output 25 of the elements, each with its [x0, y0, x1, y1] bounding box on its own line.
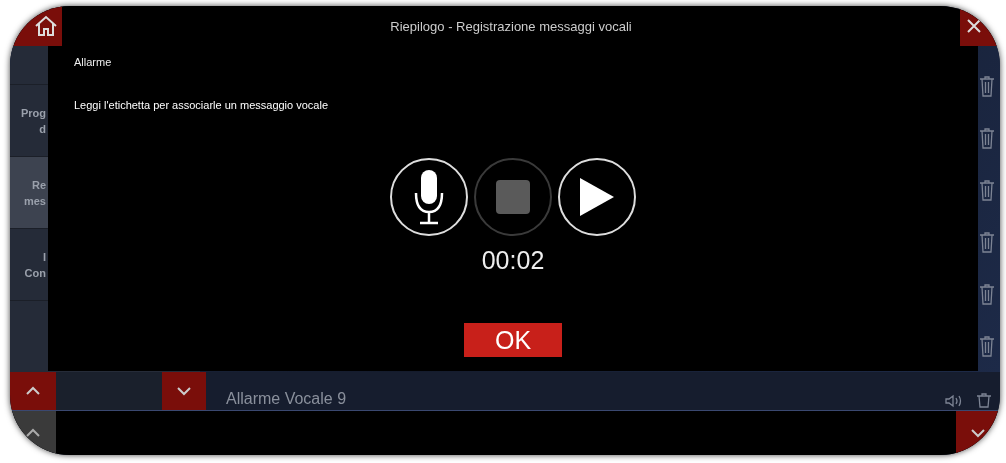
trash-icon[interactable] [979, 231, 995, 253]
trash-icon[interactable] [979, 179, 995, 201]
chevron-up-icon [25, 386, 41, 396]
speaker-icon [944, 394, 964, 408]
stop-icon [496, 180, 530, 214]
dialog-title: Allarme [74, 56, 112, 68]
trash-icon[interactable] [979, 283, 995, 305]
chevron-up-icon [25, 428, 41, 438]
trash-icon[interactable] [979, 75, 995, 97]
window-title: Riepilogo - Registrazione messaggi vocali [389, 18, 633, 34]
list-item-label: Allarme Vocale 9 [226, 390, 348, 408]
scroll-up-button[interactable] [10, 372, 56, 410]
trash-icon[interactable] [979, 335, 995, 357]
trash-icon[interactable] [979, 127, 995, 149]
trash-icon[interactable] [976, 392, 992, 408]
play-icon [580, 178, 614, 216]
close-icon [966, 18, 982, 34]
ok-button[interactable]: OK [464, 323, 562, 357]
chevron-down-icon [970, 428, 986, 438]
home-icon [34, 15, 58, 37]
instruction-text: Leggi l'etichetta per associarle un messaggio vocale [74, 99, 329, 111]
chevron-down-icon [176, 386, 192, 396]
scroll-down-button[interactable] [162, 372, 206, 410]
microphone-icon [413, 169, 445, 225]
timer-text: 00:02 [481, 246, 545, 275]
